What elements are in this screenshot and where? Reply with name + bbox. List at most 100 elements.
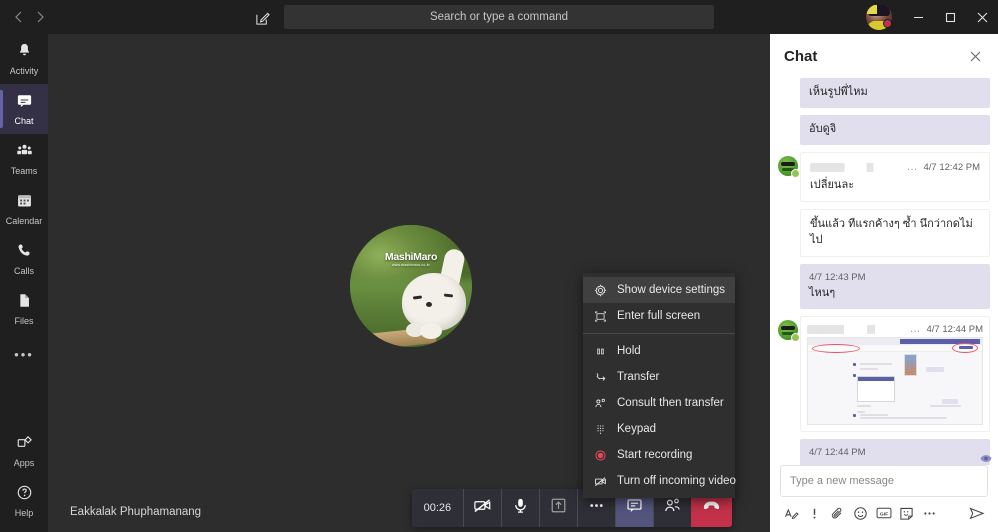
message-timestamp: 4/7 12:43 PM xyxy=(809,271,866,283)
sidebar-more-button[interactable]: ••• xyxy=(0,334,48,374)
chat-message-self: 4/7 12:43 PM ไหนๆ xyxy=(800,263,990,310)
message-input[interactable]: Type a new message xyxy=(780,465,988,497)
menu-item-transfer[interactable]: Transfer xyxy=(583,364,735,390)
sidebar-item-label: Calendar xyxy=(5,216,43,226)
message-timestamp: 4/7 12:44 PM xyxy=(926,323,983,335)
transfer-arrow-icon xyxy=(593,370,608,385)
paperclip-icon[interactable] xyxy=(826,502,849,524)
microphone-icon xyxy=(511,496,530,520)
chat-message-self: อับดูจิ xyxy=(800,114,990,145)
chat-message-self: เห็นรูปพี่ไหม xyxy=(800,78,990,108)
video-off-icon xyxy=(473,496,492,520)
teams-call-window: Search or type a command Activity Chat T… xyxy=(0,0,998,532)
menu-item-consult-then-transfer[interactable]: Consult then transfer xyxy=(583,390,735,416)
menu-item-show-device-settings[interactable]: Show device settings xyxy=(583,277,735,303)
sidebar-item-apps[interactable]: Apps xyxy=(0,426,48,476)
menu-item-label: Start recording xyxy=(617,449,693,461)
message-header: … 4/7 12:44 PM xyxy=(807,323,983,335)
menu-item-label: Consult then transfer xyxy=(617,397,724,409)
participant-name: Eakkalak Phuphamanang xyxy=(70,506,202,518)
menu-separator xyxy=(583,333,735,334)
minimize-button[interactable] xyxy=(903,0,934,34)
file-icon xyxy=(16,292,33,314)
ellipsis-icon xyxy=(587,496,606,520)
menu-item-keypad[interactable]: Keypad xyxy=(583,416,735,442)
forward-button[interactable] xyxy=(31,6,50,28)
chat-message-other-plain: ขึ้นแล้ว ทีแรกค้างๆ ซ้ำ นึกว่ากดไม่ไป xyxy=(800,208,990,257)
sidebar-item-label: Calls xyxy=(13,266,34,276)
message-actions-icon[interactable]: … xyxy=(909,323,921,335)
menu-item-label: Transfer xyxy=(617,371,660,383)
record-circle-icon xyxy=(593,448,608,463)
sender-name-redacted xyxy=(810,163,902,173)
chat-message-self: 4/7 12:44 PM เค xyxy=(800,439,991,465)
people-icon xyxy=(16,142,33,164)
gif-icon[interactable]: GIF xyxy=(872,502,895,524)
close-button[interactable] xyxy=(967,0,998,34)
app-rail: Activity Chat Teams Calendar Calls Files… xyxy=(0,34,48,532)
menu-item-label: Keypad xyxy=(617,423,657,435)
pause-icon xyxy=(593,344,608,359)
sidebar-item-calendar[interactable]: Calendar xyxy=(0,184,48,234)
sidebar-item-label: Activity xyxy=(9,66,39,76)
participant-avatar: MashiMaro www.mashimaro.co.kr xyxy=(350,225,472,347)
sticker-icon[interactable] xyxy=(895,502,918,524)
mic-toggle-button[interactable] xyxy=(502,489,539,527)
chat-message-other: … 4/7 12:42 PM เปลี่ยนละ xyxy=(778,151,990,202)
menu-item-label: Enter full screen xyxy=(617,310,701,322)
format-text-icon[interactable] xyxy=(780,502,803,524)
chat-bubble-icon xyxy=(625,496,644,520)
search-input[interactable]: Search or type a command xyxy=(284,5,714,29)
sidebar-item-label: Files xyxy=(14,316,34,326)
sidebar-item-teams[interactable]: Teams xyxy=(0,134,48,184)
message-text: ไหนๆ xyxy=(809,287,836,300)
camera-toggle-button[interactable] xyxy=(464,489,501,527)
apps-icon xyxy=(16,434,33,456)
menu-item-start-recording[interactable]: Start recording xyxy=(583,442,735,468)
calendar-icon xyxy=(16,192,33,214)
ellipsis-icon[interactable] xyxy=(918,502,941,524)
message-text: เค xyxy=(809,462,981,465)
message-actions-icon[interactable]: … xyxy=(906,160,918,176)
bell-icon xyxy=(16,42,33,64)
chat-composer: Type a new message GIF xyxy=(770,465,998,532)
sidebar-item-label: Apps xyxy=(13,458,35,468)
sidebar-item-calls[interactable]: Calls xyxy=(0,234,48,284)
emoji-smiley-icon[interactable] xyxy=(849,502,872,524)
navigation-arrows xyxy=(0,6,50,28)
gear-icon xyxy=(593,283,608,298)
message-image-thumbnail[interactable] xyxy=(807,337,983,426)
avatar-brand-text: MashiMaro www.mashimaro.co.kr xyxy=(384,251,438,267)
fullscreen-icon xyxy=(593,309,608,324)
call-timer: 00:26 xyxy=(423,502,452,514)
composer-toolbar: GIF xyxy=(780,502,988,524)
maximize-button[interactable] xyxy=(935,0,966,34)
menu-item-hold[interactable]: Hold xyxy=(583,338,735,364)
sidebar-item-label: Help xyxy=(14,508,34,518)
send-arrow-icon[interactable] xyxy=(965,502,988,524)
menu-item-enter-full-screen[interactable]: Enter full screen xyxy=(583,303,735,329)
message-text: เปลี่ยนละ xyxy=(810,178,855,191)
share-screen-button[interactable] xyxy=(540,489,577,527)
menu-item-label: Turn off incoming video xyxy=(617,475,736,487)
chat-panel-title: Chat xyxy=(784,47,818,65)
sidebar-item-help[interactable]: Help xyxy=(0,476,48,526)
back-button[interactable] xyxy=(8,6,27,28)
keypad-grid-icon xyxy=(593,422,608,437)
compose-pencil-icon[interactable] xyxy=(252,8,272,28)
sender-presence-badge xyxy=(791,333,800,343)
help-circle-icon xyxy=(16,484,33,506)
close-icon[interactable] xyxy=(966,47,984,65)
sidebar-item-activity[interactable]: Activity xyxy=(0,34,48,84)
sender-presence-badge xyxy=(791,168,800,178)
sidebar-item-label: Chat xyxy=(14,116,34,126)
share-screen-icon xyxy=(549,496,568,520)
sender-name-redacted xyxy=(807,324,905,334)
chat-message-list[interactable]: เห็นรูปพี่ไหม อับดูจิ … 4/7 12:42 PM เปล… xyxy=(770,78,998,465)
chat-message-image: … 4/7 12:44 PM xyxy=(778,316,990,433)
exclamation-icon[interactable] xyxy=(803,502,826,524)
menu-item-turn-off-incoming-video[interactable]: Turn off incoming video xyxy=(583,468,736,494)
consult-person-icon xyxy=(593,396,608,411)
sidebar-item-files[interactable]: Files xyxy=(0,284,48,334)
sidebar-item-chat[interactable]: Chat xyxy=(0,84,48,134)
